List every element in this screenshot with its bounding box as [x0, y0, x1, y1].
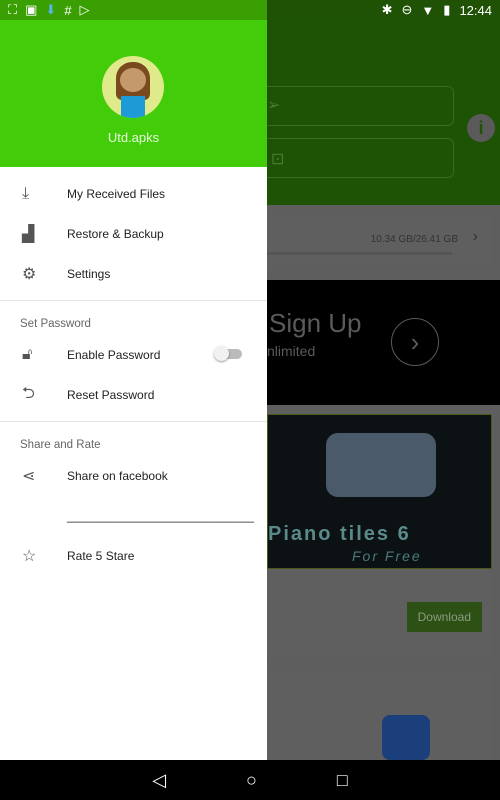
- promo-image: [326, 433, 436, 497]
- avatar[interactable]: [102, 56, 164, 118]
- share-icon: ⋖: [22, 468, 36, 485]
- info-icon: i: [467, 114, 495, 142]
- section-header-set-password: Set Password: [20, 318, 91, 330]
- ad-banner: Sign Up nlimited ›: [267, 280, 500, 405]
- section-header-share-rate: Share and Rate: [20, 439, 101, 451]
- navigation-bar: ◁ ○ □: [0, 760, 500, 800]
- battery-icon: ▮: [443, 2, 451, 17]
- inbox-icon: ⊡: [271, 151, 285, 168]
- chevron-right-icon: ›: [472, 228, 478, 245]
- promo-card: Piano tiles 6 For Free Download: [267, 412, 492, 657]
- reset-icon: ⮌: [22, 384, 35, 402]
- download-icon: ⬇: [45, 2, 57, 17]
- android-icon: ▟: [22, 226, 35, 243]
- bluetooth-icon: ✱: [381, 2, 393, 17]
- player-app-icon: [382, 715, 430, 760]
- recents-icon[interactable]: □: [337, 770, 348, 791]
- drawer-item-share-facebook[interactable]: ⋖ Share on facebook: [0, 456, 267, 496]
- drawer-header: Utd.apks: [0, 20, 267, 167]
- apps-card: [267, 670, 492, 760]
- navigation-drawer: Utd.apks ⤓ My Received Files ▟ Restore & B…: [0, 20, 267, 760]
- enable-password-toggle[interactable]: [214, 346, 242, 361]
- download-button: Download: [406, 602, 482, 632]
- username: Utd.apks: [107, 130, 160, 145]
- drawer-item-received-files[interactable]: ⤓ My Received Files: [0, 174, 267, 214]
- receive-field: ⊡: [267, 138, 454, 178]
- send-field: ➢: [267, 86, 454, 126]
- back-icon[interactable]: ◁: [152, 770, 166, 791]
- storage-card: 10.34 GB/26.41 GB ›: [267, 210, 492, 270]
- image-icon: ▣: [25, 2, 38, 17]
- play-icon: ▷: [79, 2, 90, 17]
- clock: 12:44: [459, 2, 492, 18]
- hash-icon: #: [64, 2, 72, 18]
- lock-icon: 🔓︎: [22, 346, 33, 363]
- drawer-item-settings[interactable]: ⚙ Settings: [0, 254, 267, 294]
- dnd-icon: ⊖: [401, 2, 413, 17]
- download-icon: ⤓: [22, 185, 30, 202]
- home-icon[interactable]: ○: [246, 770, 257, 791]
- drawer-item-reset-password[interactable]: ⮌ Reset Password: [0, 375, 267, 415]
- drawer-item-enable-password[interactable]: 🔓︎ Enable Password: [0, 335, 267, 375]
- status-bar: ⛶ ▣ ⬇ # ▷ ✱ ⊖ ▼ ▮ 12:44: [0, 0, 500, 20]
- main-screen-behind-scrim: ➢ ⊡ i 10.34 GB/26.41 GB › Sign Up nlimit…: [267, 20, 500, 760]
- ad-arrow-icon: ›: [391, 318, 439, 366]
- screenshot-icon: ⛶: [8, 2, 18, 17]
- drawer-item-restore-backup[interactable]: ▟ Restore & Backup: [0, 214, 267, 254]
- send-icon: ➢: [267, 97, 281, 114]
- wifi-icon: ▼: [421, 2, 435, 18]
- gear-icon: ⚙: [22, 266, 37, 283]
- star-icon: ☆: [22, 548, 37, 565]
- drawer-item-blank[interactable]: ____________________________: [0, 496, 267, 536]
- drawer-item-rate[interactable]: ☆ Rate 5 Stare: [0, 536, 267, 576]
